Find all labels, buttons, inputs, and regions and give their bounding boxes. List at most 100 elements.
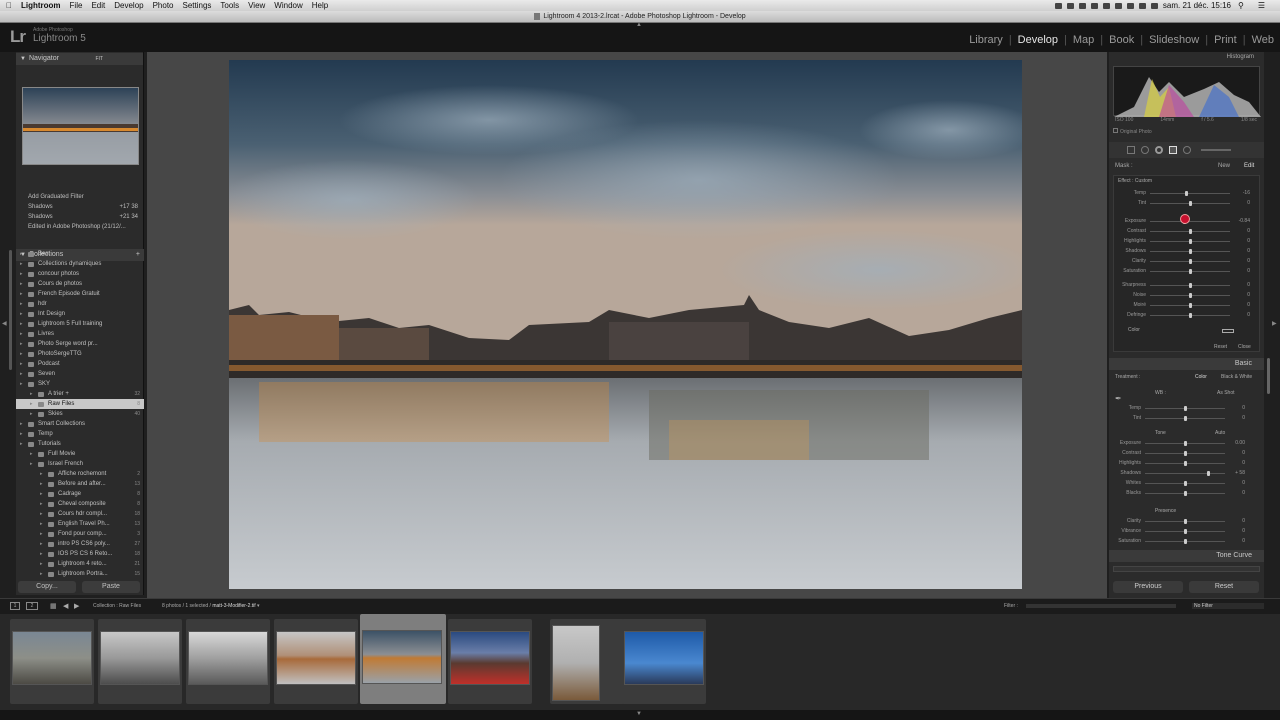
tray-icon[interactable] <box>1114 2 1122 9</box>
collection-item[interactable]: ▸ Tutorials <box>16 439 144 449</box>
slider-track[interactable] <box>1150 268 1230 274</box>
collection-item[interactable]: ▸ A trier + 32 <box>16 389 144 399</box>
expand-icon[interactable]: ▸ <box>40 489 48 499</box>
collection-item[interactable]: ▸ Israel French <box>16 459 144 469</box>
menu-settings[interactable]: Settings <box>183 1 212 10</box>
collection-item[interactable]: ▸ English Travel Ph... 13 <box>16 519 144 529</box>
slider-value[interactable]: 0 <box>1225 528 1245 534</box>
filmstrip-thumbnail[interactable] <box>274 619 358 704</box>
spot-removal-icon[interactable] <box>1141 146 1149 154</box>
expand-icon[interactable]: ▸ <box>20 249 28 259</box>
slider-knob[interactable] <box>1189 248 1192 254</box>
collection-item[interactable]: ▸ Photo Serge word pr... <box>16 339 144 349</box>
expand-icon[interactable]: ▸ <box>30 409 38 419</box>
wb-eyedropper-icon[interactable]: ✒ <box>1115 394 1122 403</box>
slider-knob[interactable] <box>1184 415 1187 421</box>
mask-edit-button[interactable]: Edit <box>1244 163 1254 169</box>
slider-knob[interactable] <box>1189 302 1192 308</box>
slider-value[interactable]: 0 <box>1225 415 1245 421</box>
tray-icon[interactable] <box>1078 2 1086 9</box>
expand-icon[interactable]: ▸ <box>20 379 28 389</box>
collection-item[interactable]: ▸ Affiche rochemont 2 <box>16 469 144 479</box>
expand-icon[interactable]: ▸ <box>20 339 28 349</box>
slider-knob[interactable] <box>1207 470 1211 476</box>
collection-item[interactable]: ▸ Cadrage 8 <box>16 489 144 499</box>
slider-value[interactable]: 0 <box>1230 292 1250 298</box>
slider-track[interactable] <box>1150 218 1230 224</box>
history-item[interactable]: Shadows +17 38 <box>16 202 144 212</box>
expand-icon[interactable]: ▸ <box>20 359 28 369</box>
collection-item[interactable]: ▸ Collections dynamiques <box>16 259 144 269</box>
slider-value[interactable]: 0 <box>1225 490 1245 496</box>
collection-item[interactable]: ▸ Full Movie <box>16 449 144 459</box>
slider-track[interactable] <box>1150 282 1230 288</box>
filmstrip-thumbnail[interactable] <box>186 619 270 704</box>
menu-file[interactable]: File <box>70 1 83 10</box>
collection-item[interactable]: ▸ Lightroom Portra... 15 <box>16 569 144 579</box>
collection-item[interactable]: ▸ hdr <box>16 299 144 309</box>
collection-item[interactable]: ▸ Raw Files 8 <box>16 399 144 409</box>
slider-value[interactable]: 0 <box>1225 460 1245 466</box>
slider-value[interactable]: + 58 <box>1225 470 1245 476</box>
module-library[interactable]: Library <box>969 34 1003 46</box>
slider-value[interactable]: -0.84 <box>1230 218 1250 224</box>
menu-photo[interactable]: Photo <box>153 1 174 10</box>
expand-icon[interactable]: ▸ <box>40 539 48 549</box>
collection-item[interactable]: ▸ IOS PS CS 6 Reto... 18 <box>16 549 144 559</box>
slider-track[interactable] <box>1145 415 1225 421</box>
menubar-clock[interactable]: sam. 21 déc. 15:16 <box>1163 1 1231 10</box>
collection-item[interactable]: ▸ French Episode Gratuit <box>16 289 144 299</box>
collection-item[interactable]: ▸ Before and after... 13 <box>16 479 144 489</box>
module-book[interactable]: Book <box>1109 34 1134 46</box>
back-icon[interactable]: ◀ <box>63 602 68 610</box>
history-item[interactable]: Shadows +21 34 <box>16 212 144 222</box>
histogram-title[interactable]: Histogram <box>1227 54 1254 60</box>
slider-knob[interactable] <box>1184 528 1187 534</box>
slider-track[interactable] <box>1145 440 1225 446</box>
crop-tool-icon[interactable] <box>1127 146 1135 154</box>
slider-knob[interactable] <box>1189 282 1192 288</box>
expand-icon[interactable]: ▸ <box>20 289 28 299</box>
filmstrip-thumbnail[interactable] <box>98 619 182 704</box>
tray-icon[interactable] <box>1054 2 1062 9</box>
filmstrip-thumbnail-selected[interactable] <box>360 614 446 704</box>
expand-icon[interactable]: ▸ <box>20 309 28 319</box>
tray-icon[interactable] <box>1090 2 1098 9</box>
mask-close-button[interactable]: Close <box>1238 344 1251 350</box>
slider-value[interactable]: 0 <box>1230 238 1250 244</box>
expand-icon[interactable]: ▸ <box>40 479 48 489</box>
expand-icon[interactable]: ▸ <box>20 329 28 339</box>
filmstrip-thumbnail[interactable] <box>448 619 532 704</box>
expand-icon[interactable]: ▸ <box>40 529 48 539</box>
tray-icon[interactable] <box>1102 2 1110 9</box>
main-photo[interactable] <box>229 60 1022 589</box>
slider-track[interactable] <box>1150 200 1230 206</box>
collection-item[interactable]: ▸ SKY <box>16 379 144 389</box>
display-1-icon[interactable]: 1 <box>10 602 20 610</box>
tone-auto-button[interactable]: Auto <box>1215 430 1225 436</box>
module-print[interactable]: Print <box>1214 34 1237 46</box>
slider-track[interactable] <box>1145 480 1225 486</box>
slider-knob[interactable] <box>1189 312 1192 318</box>
slider-value[interactable]: 0 <box>1225 518 1245 524</box>
tray-icon[interactable] <box>1066 2 1074 9</box>
slider-knob[interactable] <box>1184 460 1187 466</box>
slider-knob[interactable] <box>1184 440 1187 446</box>
collection-item[interactable]: ▸ Best <box>16 249 144 259</box>
expand-icon[interactable]: ▸ <box>20 419 28 429</box>
treatment-color-button[interactable]: Color <box>1195 374 1207 380</box>
slider-knob[interactable] <box>1189 228 1192 234</box>
slider-knob[interactable] <box>1184 538 1187 544</box>
expand-icon[interactable]: ▸ <box>20 429 28 439</box>
slider-value[interactable]: 0 <box>1225 405 1245 411</box>
copy-settings-button[interactable]: Copy... <box>18 581 76 593</box>
menu-tools[interactable]: Tools <box>220 1 239 10</box>
slider-knob[interactable] <box>1184 518 1187 524</box>
expand-icon[interactable]: ▸ <box>20 349 28 359</box>
wifi-icon[interactable] <box>1126 2 1134 9</box>
slider-knob[interactable] <box>1185 190 1188 196</box>
slider-track[interactable] <box>1150 228 1230 234</box>
apple-icon[interactable]:  <box>6 1 12 10</box>
collection-item[interactable]: ▸ Smart Collections <box>16 419 144 429</box>
basic-header[interactable]: Basic <box>1109 358 1264 370</box>
